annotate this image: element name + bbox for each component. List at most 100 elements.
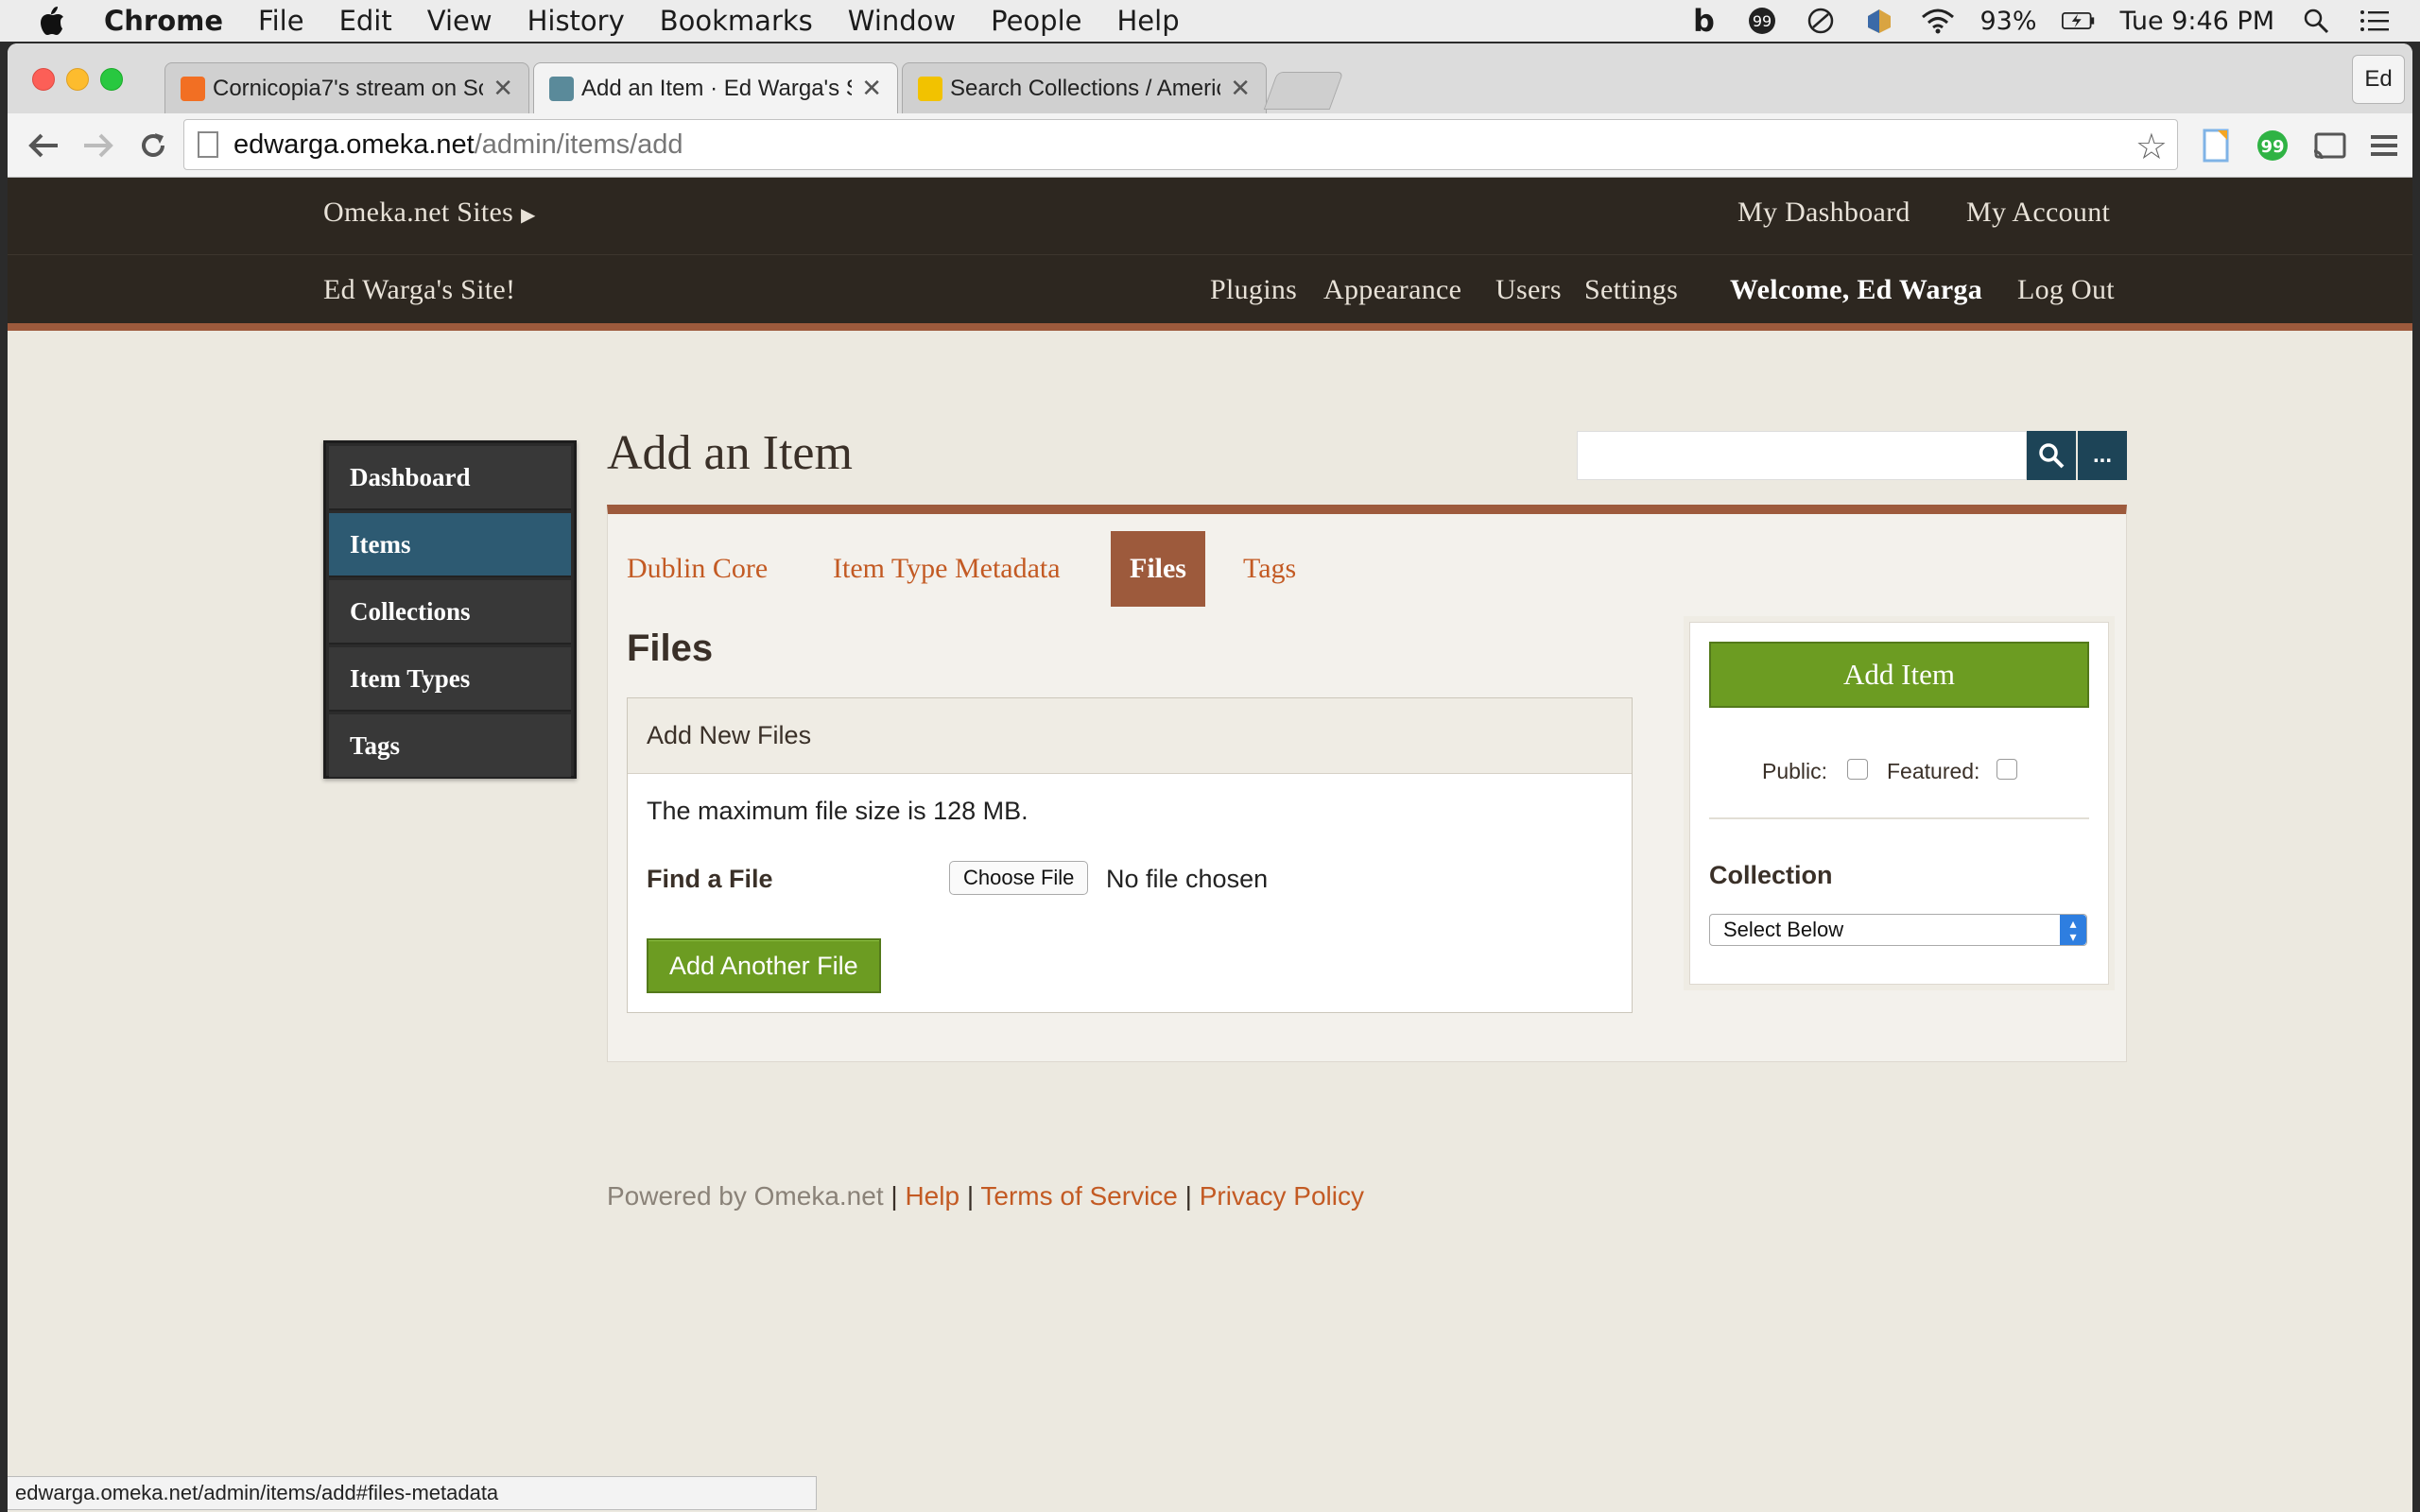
sidebar-item-item-types[interactable]: Item Types xyxy=(329,647,571,712)
sidebar-item-items[interactable]: Items xyxy=(329,513,571,577)
browser-tab-add-item[interactable]: Add an Item · Ed Warga's Site! ✕ xyxy=(533,62,898,113)
spotlight-search-icon[interactable] xyxy=(2299,4,2333,38)
my-account-link[interactable]: My Account xyxy=(1966,197,2110,229)
find-file-label: Find a File xyxy=(647,865,773,893)
status-bar-url: edwarga.omeka.net/admin/items/add#files-… xyxy=(8,1476,817,1510)
collection-select[interactable]: Select Below ▴ ▾ xyxy=(1709,914,2087,946)
max-file-size-text: The maximum file size is 128 MB. xyxy=(647,797,1028,825)
add-new-files-title: Add New Files xyxy=(628,698,1632,774)
macos-menubar: Chrome File Edit View History Bookmarks … xyxy=(0,0,2420,42)
footer-help-link[interactable]: Help xyxy=(905,1181,959,1211)
menubar-clock[interactable]: Tue 9:46 PM xyxy=(2120,7,2275,36)
public-label: Public: xyxy=(1762,759,1828,783)
tab-title: Cornicopia7's stream on SoundCloud xyxy=(213,75,483,101)
caret-right-icon: ▶ xyxy=(520,205,536,226)
add-item-button[interactable]: Add Item xyxy=(1709,642,2089,708)
nav-appearance-link[interactable]: Appearance xyxy=(1323,274,1461,306)
apple-logo-icon[interactable] xyxy=(38,5,66,37)
wifi-icon[interactable] xyxy=(1921,4,1955,38)
do-not-disturb-icon[interactable] xyxy=(1804,4,1838,38)
evernote-icon[interactable]: 99 xyxy=(1745,4,1779,38)
tab-title: Search Collections / American xyxy=(950,75,1220,101)
zoom-window-button[interactable] xyxy=(100,68,123,91)
featured-checkbox[interactable] xyxy=(1996,759,2017,780)
select-arrows-icon: ▴ ▾ xyxy=(2060,915,2086,945)
b-app-icon[interactable]: b xyxy=(1686,3,1720,39)
footer-separator: | xyxy=(1184,1181,1192,1211)
site-title-link[interactable]: Ed Warga's Site! xyxy=(323,274,515,306)
nav-users-link[interactable]: Users xyxy=(1495,274,1562,306)
admin-sidebar: Dashboard Items Collections Item Types T… xyxy=(323,440,577,779)
footer-terms-link[interactable]: Terms of Service xyxy=(980,1181,1178,1211)
menu-bookmarks[interactable]: Bookmarks xyxy=(660,5,813,37)
sidebar-item-dashboard[interactable]: Dashboard xyxy=(329,446,571,510)
choose-file-button[interactable]: Choose File xyxy=(949,861,1089,895)
reload-icon[interactable] xyxy=(132,125,174,166)
nav-plugins-link[interactable]: Plugins xyxy=(1210,274,1297,306)
menu-view[interactable]: View xyxy=(427,5,493,37)
files-heading: Files xyxy=(627,627,714,669)
sidebar-item-tags[interactable]: Tags xyxy=(329,714,571,779)
close-tab-icon[interactable]: ✕ xyxy=(861,74,882,103)
omeka-favicon-icon xyxy=(549,76,574,101)
page-viewport: Omeka.net Sites ▶ My Dashboard My Accoun… xyxy=(8,178,2412,1512)
battery-charging-icon[interactable] xyxy=(2061,4,2096,38)
battery-percent[interactable]: 93% xyxy=(1979,7,2036,36)
search-input[interactable] xyxy=(1577,431,2027,480)
search-button[interactable] xyxy=(2027,431,2076,480)
new-tab-button[interactable] xyxy=(1263,72,1344,110)
back-arrow-icon[interactable] xyxy=(23,125,64,166)
notification-center-icon[interactable] xyxy=(2358,4,2392,38)
omeka-sites-link[interactable]: Omeka.net Sites ▶ xyxy=(323,197,536,229)
collection-label: Collection xyxy=(1709,861,1833,889)
bookmark-star-icon[interactable]: ☆ xyxy=(2135,126,2168,168)
close-window-button[interactable] xyxy=(32,68,55,91)
menu-app-name[interactable]: Chrome xyxy=(104,5,223,37)
page-footer: Powered by Omeka.net | Help | Terms of S… xyxy=(607,1181,1364,1211)
close-tab-icon[interactable]: ✕ xyxy=(1230,74,1251,103)
google-keep-extension-icon[interactable] xyxy=(2197,127,2235,164)
dropbox-icon[interactable] xyxy=(1862,4,1896,38)
cast-icon[interactable] xyxy=(2310,127,2348,164)
collections-favicon-icon xyxy=(918,76,942,101)
nav-settings-link[interactable]: Settings xyxy=(1584,274,1678,306)
menu-edit[interactable]: Edit xyxy=(339,5,392,37)
minimize-window-button[interactable] xyxy=(66,68,89,91)
browser-tab-soundcloud[interactable]: Cornicopia7's stream on SoundCloud ✕ xyxy=(164,62,529,113)
tab-item-type-metadata[interactable]: Item Type Metadata xyxy=(833,531,1061,607)
svg-text:99: 99 xyxy=(1753,12,1772,30)
chrome-menu-icon[interactable] xyxy=(2365,127,2403,164)
menu-window[interactable]: Window xyxy=(848,5,956,37)
tab-dublin-core[interactable]: Dublin Core xyxy=(627,531,768,607)
menu-file[interactable]: File xyxy=(258,5,304,37)
save-panel: Add Item Public: Featured: Collection Se… xyxy=(1689,622,2109,985)
item-form-panel: Dublin Core Item Type Metadata Files Tag… xyxy=(607,505,2127,1062)
no-file-chosen-text: No file chosen xyxy=(1106,865,1269,893)
sidebar-item-collections[interactable]: Collections xyxy=(329,580,571,644)
forward-arrow-icon[interactable] xyxy=(78,125,119,166)
my-dashboard-link[interactable]: My Dashboard xyxy=(1737,197,1910,229)
url-host: edwarga.omeka.net xyxy=(233,129,475,160)
address-bar[interactable]: edwarga.omeka.net/admin/items/add ☆ xyxy=(183,119,2178,170)
advanced-search-button[interactable]: ... xyxy=(2078,431,2127,480)
menu-help[interactable]: Help xyxy=(1116,5,1179,37)
footer-privacy-link[interactable]: Privacy Policy xyxy=(1200,1181,1364,1211)
tab-files[interactable]: Files xyxy=(1111,531,1205,607)
close-tab-icon[interactable]: ✕ xyxy=(493,74,513,103)
menu-people[interactable]: People xyxy=(991,5,1081,37)
svg-text:99: 99 xyxy=(2260,137,2284,157)
tab-tags[interactable]: Tags xyxy=(1243,531,1296,607)
omeka-top-bar: Omeka.net Sites ▶ My Dashboard My Accoun… xyxy=(8,178,2412,255)
tab-title: Add an Item · Ed Warga's Site! xyxy=(581,75,852,101)
add-another-file-button[interactable]: Add Another File xyxy=(647,938,881,993)
browser-window: Cornicopia7's stream on SoundCloud ✕ Add… xyxy=(8,43,2412,1512)
footer-separator: | xyxy=(966,1181,975,1211)
public-checkbox[interactable] xyxy=(1847,759,1868,780)
welcome-user: Welcome, Ed Warga xyxy=(1730,274,1983,305)
menu-history[interactable]: History xyxy=(527,5,625,37)
browser-tab-search-collections[interactable]: Search Collections / American ✕ xyxy=(902,62,1267,113)
profile-button[interactable]: Ed xyxy=(2352,55,2405,104)
evernote-extension-icon[interactable]: 99 xyxy=(2254,127,2291,164)
omeka-sites-label: Omeka.net Sites xyxy=(323,197,514,228)
log-out-link[interactable]: Log Out xyxy=(2017,274,2115,306)
